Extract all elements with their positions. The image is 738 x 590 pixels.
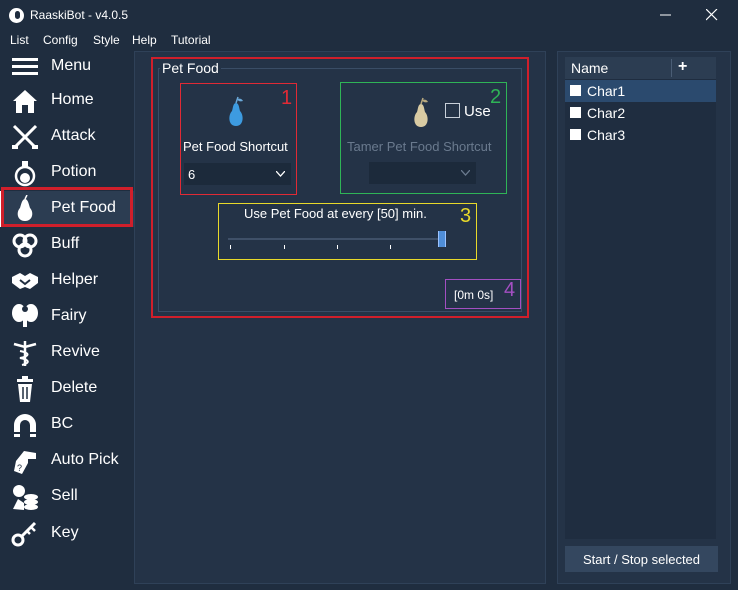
- key-icon: [11, 521, 37, 547]
- char-name: Char2: [587, 105, 626, 121]
- sidebar-item-key[interactable]: Key: [0, 516, 134, 552]
- fairy-icon: [12, 304, 38, 327]
- coins-icon: [13, 485, 38, 510]
- grab-hand-icon: ?: [14, 451, 36, 474]
- minimize-button[interactable]: [643, 3, 689, 27]
- char-checkbox[interactable]: [570, 129, 581, 140]
- sidebar-item-bc[interactable]: BC: [0, 407, 134, 443]
- sidebar-item-label: Sell: [51, 487, 78, 504]
- annotation-number-2: 2: [490, 86, 502, 108]
- column-separator: [671, 59, 672, 77]
- pet-food-shortcut-select[interactable]: 6: [184, 163, 291, 185]
- tamer-use-checkbox[interactable]: [445, 103, 460, 118]
- menu-config[interactable]: Config: [43, 33, 78, 47]
- tamer-use-label[interactable]: Use: [464, 103, 491, 120]
- char-name: Char3: [587, 127, 626, 143]
- start-stop-button[interactable]: Start / Stop selected: [565, 546, 718, 572]
- app-logo-icon: [9, 8, 24, 23]
- sidebar-item-label: Potion: [51, 163, 97, 180]
- interval-slider-track[interactable]: [228, 238, 446, 240]
- name-column-header[interactable]: Name: [571, 60, 608, 76]
- trash-icon: [17, 376, 33, 402]
- sidebar-item-label: BC: [51, 415, 74, 432]
- pet-food-shortcut-value: 6: [188, 167, 196, 182]
- sidebar-item-label: Helper: [51, 271, 99, 288]
- sidebar-item-sell[interactable]: Sell: [0, 479, 134, 515]
- sidebar-item-delete[interactable]: Delete: [0, 371, 134, 407]
- title-bar: RaaskiBot - v4.0.5: [0, 0, 738, 31]
- chevron-down-icon: [461, 170, 470, 176]
- tamer-pear-icon: [414, 97, 428, 127]
- sidebar-item-label: Home: [51, 91, 94, 108]
- chevron-down-icon: [276, 171, 285, 177]
- annotation-number-3: 3: [460, 205, 472, 227]
- interval-slider-label: Use Pet Food at every [50] min.: [244, 206, 427, 221]
- sidebar-item-revive[interactable]: Revive: [0, 335, 134, 371]
- sidebar-item-buff[interactable]: Buff: [0, 227, 134, 263]
- active-item-highlight: [1, 187, 133, 227]
- slider-tick: [230, 245, 231, 249]
- close-icon: [706, 9, 718, 21]
- sidebar-item-label: Key: [51, 524, 79, 541]
- sidebar-item-menu[interactable]: Menu: [0, 49, 134, 85]
- slider-tick: [337, 245, 338, 249]
- home-icon: [13, 90, 37, 113]
- slider-tick: [284, 245, 285, 249]
- menu-list[interactable]: List: [10, 33, 29, 47]
- sidebar-item-label: Attack: [51, 127, 96, 144]
- window-title: RaaskiBot - v4.0.5: [30, 8, 129, 22]
- sidebar-item-label: Auto Pick: [51, 451, 119, 468]
- menu-tutorial[interactable]: Tutorial: [171, 33, 211, 47]
- magnet-icon: [14, 414, 36, 437]
- tamer-shortcut-label: Tamer Pet Food Shortcut: [347, 139, 492, 154]
- sidebar-item-potion[interactable]: Potion: [0, 155, 134, 191]
- sidebar-item-helper[interactable]: Helper: [0, 263, 134, 299]
- minimize-icon: [660, 14, 671, 16]
- list-item[interactable]: Char2: [565, 102, 716, 124]
- caduceus-icon: [13, 341, 37, 366]
- char-checkbox[interactable]: [570, 107, 581, 118]
- sidebar-item-label: Delete: [51, 379, 98, 396]
- sidebar-item-label: Buff: [51, 235, 80, 252]
- sidebar-item-label: Revive: [51, 343, 100, 360]
- slider-tick: [390, 245, 391, 249]
- hamburger-icon: [12, 58, 38, 75]
- list-item[interactable]: Char3: [565, 124, 716, 146]
- potion-icon: [14, 161, 36, 187]
- add-character-button[interactable]: +: [678, 58, 687, 76]
- menu-help[interactable]: Help: [132, 33, 157, 47]
- sidebar-item-fairy[interactable]: Fairy: [0, 299, 134, 335]
- annotation-number-1: 1: [281, 87, 293, 109]
- crossed-swords-icon: [12, 124, 38, 150]
- pet-food-shortcut-label: Pet Food Shortcut: [183, 139, 288, 154]
- swirl-icon: [12, 233, 38, 258]
- group-title: Pet Food: [160, 60, 221, 76]
- char-checkbox[interactable]: [570, 85, 581, 96]
- tamer-shortcut-select[interactable]: [369, 162, 476, 184]
- list-item[interactable]: Char1: [565, 80, 716, 102]
- pet-food-pear-icon: [229, 96, 243, 126]
- sidebar-item-label: Fairy: [51, 307, 87, 324]
- timer-readout: [0m 0s]: [454, 288, 494, 302]
- svg-text:?: ?: [17, 463, 22, 473]
- sidebar-item-auto-pick[interactable]: ? Auto Pick: [0, 443, 134, 479]
- char-name: Char1: [587, 83, 626, 99]
- sidebar-item-label: Menu: [51, 57, 92, 74]
- handshake-icon: [12, 273, 38, 289]
- sidebar-item-attack[interactable]: Attack: [0, 119, 134, 155]
- annotation-number-4: 4: [504, 279, 516, 301]
- start-stop-label: Start / Stop selected: [582, 552, 701, 567]
- close-button[interactable]: [689, 3, 735, 27]
- character-list: [565, 79, 716, 539]
- interval-slider-thumb[interactable]: [438, 231, 446, 247]
- sidebar-item-home[interactable]: Home: [0, 83, 134, 119]
- menu-style[interactable]: Style: [93, 33, 120, 47]
